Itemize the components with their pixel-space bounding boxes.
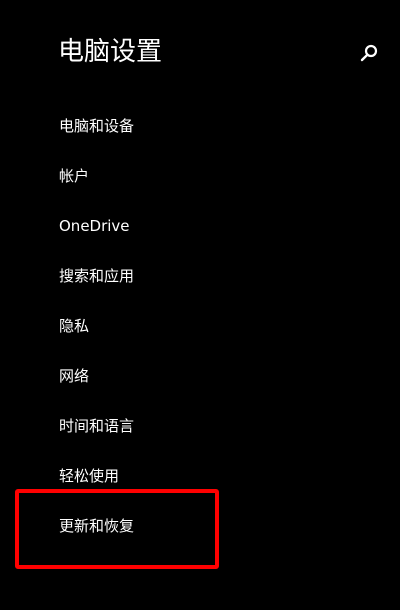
settings-menu: 电脑和设备 帐户 OneDrive 搜索和应用 隐私 网络 时间和语言 轻松使用… — [0, 0, 400, 610]
menu-item-ease-of-access[interactable]: 轻松使用 — [59, 461, 339, 491]
menu-item-privacy[interactable]: 隐私 — [59, 311, 339, 341]
settings-pane: 电脑设置 电脑和设备 帐户 OneDrive 搜索和应用 隐私 网络 时间和语言… — [0, 0, 400, 610]
menu-item-network[interactable]: 网络 — [59, 361, 339, 391]
menu-item-search-and-apps[interactable]: 搜索和应用 — [59, 261, 339, 291]
menu-item-time-and-language[interactable]: 时间和语言 — [59, 411, 339, 441]
menu-item-update-and-recovery[interactable]: 更新和恢复 — [59, 511, 339, 541]
menu-item-accounts[interactable]: 帐户 — [59, 161, 339, 191]
menu-item-onedrive[interactable]: OneDrive — [59, 211, 339, 241]
menu-item-pc-and-devices[interactable]: 电脑和设备 — [59, 111, 339, 141]
